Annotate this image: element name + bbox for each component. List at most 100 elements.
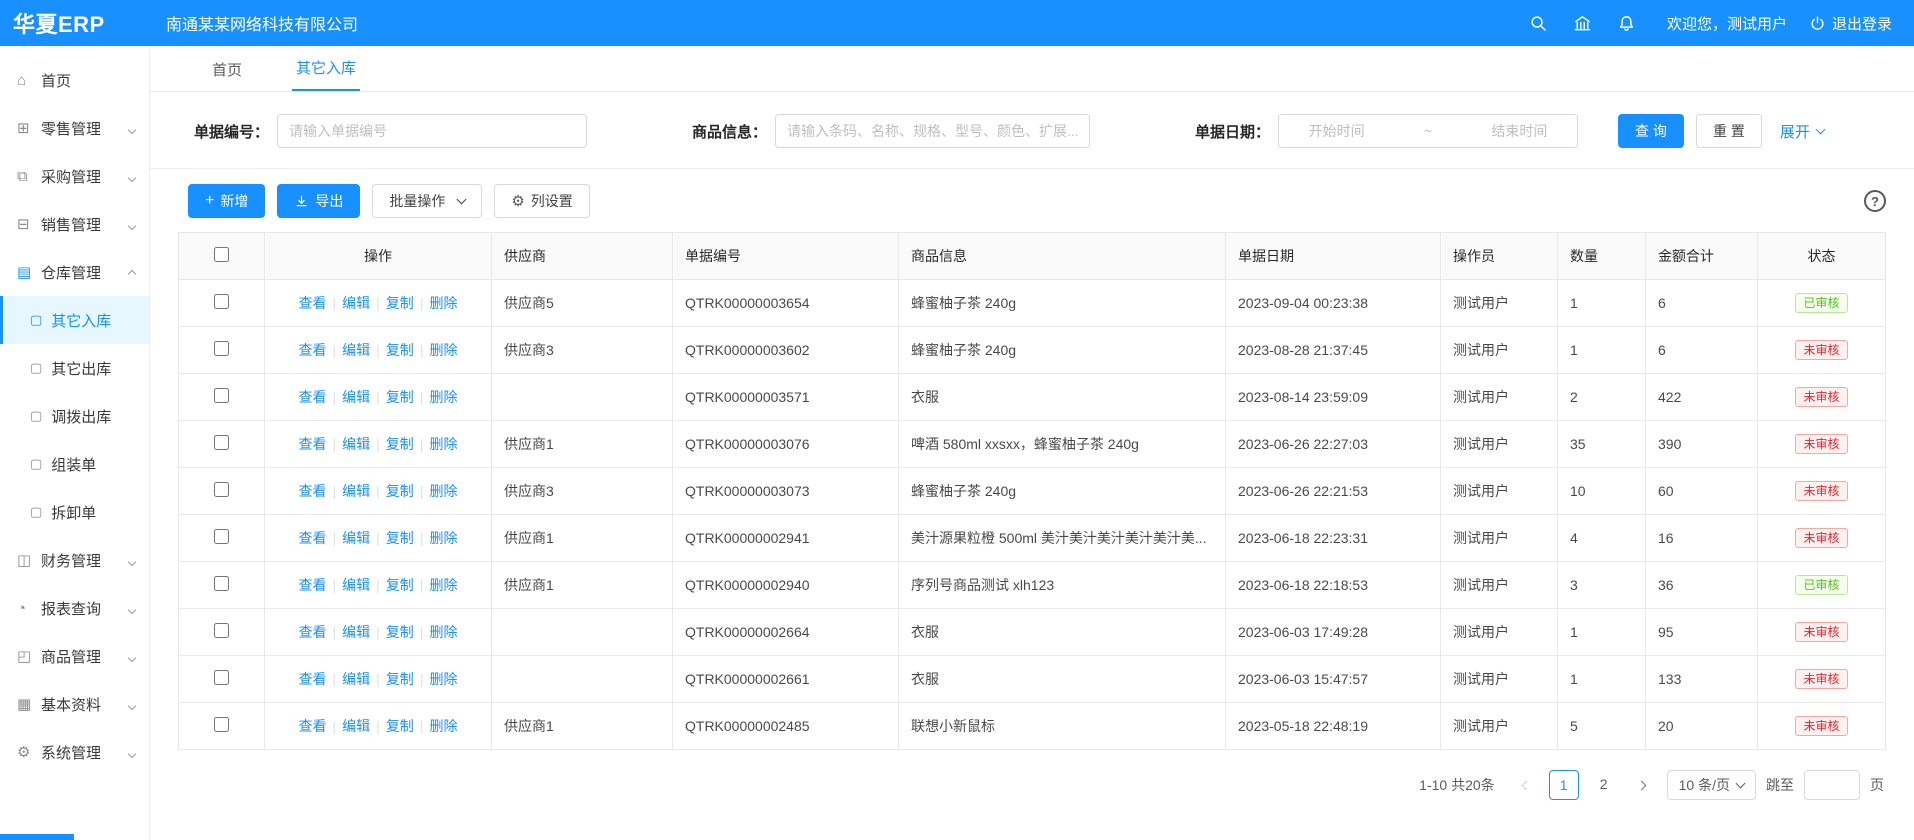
tab-home[interactable]: 首页 xyxy=(208,48,246,91)
search-button[interactable]: 查 询 xyxy=(1618,114,1684,148)
row-action-delete[interactable]: 删除 xyxy=(429,530,457,546)
next-page-button[interactable] xyxy=(1629,770,1657,800)
row-action-edit[interactable]: 编辑 xyxy=(342,577,370,593)
cell-supplier: 供应商1 xyxy=(492,421,673,468)
date-range-picker[interactable]: 开始时间 ~ 结束时间 xyxy=(1278,114,1578,148)
row-action-edit[interactable]: 编辑 xyxy=(342,436,370,452)
sidebar-item-warehouse[interactable]: ▤仓库管理 xyxy=(0,248,149,296)
bank-icon[interactable] xyxy=(1573,13,1593,33)
row-action-copy[interactable]: 复制 xyxy=(386,671,414,687)
row-action-delete[interactable]: 删除 xyxy=(429,624,457,640)
row-checkbox[interactable] xyxy=(214,717,229,732)
header-amount: 金额合计 xyxy=(1646,233,1758,280)
row-checkbox[interactable] xyxy=(214,294,229,309)
row-action-edit[interactable]: 编辑 xyxy=(342,389,370,405)
row-action-view[interactable]: 查看 xyxy=(299,671,327,687)
row-action-delete[interactable]: 删除 xyxy=(429,671,457,687)
row-action-delete[interactable]: 删除 xyxy=(429,718,457,734)
reset-button[interactable]: 重 置 xyxy=(1696,114,1762,148)
row-action-delete[interactable]: 删除 xyxy=(429,295,457,311)
sidebar-item-report[interactable]: ◔报表查询 xyxy=(0,584,149,632)
row-action-view[interactable]: 查看 xyxy=(299,342,327,358)
row-action-view[interactable]: 查看 xyxy=(299,577,327,593)
column-settings-button[interactable]: ⚙ 列设置 xyxy=(494,184,589,218)
sidebar-subitem[interactable]: ▢调拨出库 xyxy=(0,392,149,440)
row-checkbox[interactable] xyxy=(214,388,229,403)
row-action-edit[interactable]: 编辑 xyxy=(342,342,370,358)
row-action-copy[interactable]: 复制 xyxy=(386,530,414,546)
row-checkbox[interactable] xyxy=(214,482,229,497)
row-action-view[interactable]: 查看 xyxy=(299,624,327,640)
sidebar-item-home[interactable]: ⌂首页 xyxy=(0,56,149,104)
cell-date: 2023-06-18 22:23:31 xyxy=(1226,515,1441,562)
row-action-delete[interactable]: 删除 xyxy=(429,577,457,593)
select-all-checkbox[interactable] xyxy=(214,247,229,262)
tab-bar: 首页 其它入库 xyxy=(150,46,1914,92)
row-action-copy[interactable]: 复制 xyxy=(386,718,414,734)
row-checkbox[interactable] xyxy=(214,435,229,450)
sidebar-subitem[interactable]: ▢拆卸单 xyxy=(0,488,149,536)
expand-link[interactable]: 展开 xyxy=(1780,121,1824,142)
sidebar-item-retail[interactable]: ⊞零售管理 xyxy=(0,104,149,152)
table-row: 查看|编辑|复制|删除供应商3QTRK00000003602蜂蜜柚子茶 240g… xyxy=(179,327,1886,374)
cell-qty: 1 xyxy=(1558,609,1646,656)
row-action-copy[interactable]: 复制 xyxy=(386,342,414,358)
row-checkbox[interactable] xyxy=(214,623,229,638)
sidebar-subitem[interactable]: ▢其它入库 xyxy=(0,296,149,344)
sidebar-item-finance[interactable]: ◫财务管理 xyxy=(0,536,149,584)
row-action-view[interactable]: 查看 xyxy=(299,718,327,734)
row-action-delete[interactable]: 删除 xyxy=(429,483,457,499)
row-checkbox[interactable] xyxy=(214,576,229,591)
row-action-edit[interactable]: 编辑 xyxy=(342,295,370,311)
row-checkbox[interactable] xyxy=(214,341,229,356)
row-action-delete[interactable]: 删除 xyxy=(429,342,457,358)
sidebar-item-sales[interactable]: ⊟销售管理 xyxy=(0,200,149,248)
row-checkbox[interactable] xyxy=(214,529,229,544)
status-badge: 未审核 xyxy=(1795,434,1847,454)
row-action-copy[interactable]: 复制 xyxy=(386,436,414,452)
top-header: 华夏ERP 南通某某网络科技有限公司 欢迎您，测试用户 退出登录 xyxy=(0,0,1914,46)
row-action-view[interactable]: 查看 xyxy=(299,295,327,311)
chevron-down-icon xyxy=(122,600,135,617)
row-checkbox[interactable] xyxy=(214,670,229,685)
chevron-down-icon xyxy=(1815,125,1825,135)
row-action-delete[interactable]: 删除 xyxy=(429,436,457,452)
row-action-edit[interactable]: 编辑 xyxy=(342,624,370,640)
row-action-view[interactable]: 查看 xyxy=(299,530,327,546)
row-action-copy[interactable]: 复制 xyxy=(386,389,414,405)
sidebar-item-purchase[interactable]: ⧉采购管理 xyxy=(0,152,149,200)
sidebar-item-basic[interactable]: ▦基本资料 xyxy=(0,680,149,728)
page-size-select[interactable]: 10 条/页 xyxy=(1667,770,1756,800)
batch-operations-button[interactable]: 批量操作 xyxy=(372,184,482,218)
row-action-copy[interactable]: 复制 xyxy=(386,577,414,593)
jump-input[interactable] xyxy=(1804,770,1860,800)
export-button[interactable]: 导出 xyxy=(277,184,360,218)
row-action-edit[interactable]: 编辑 xyxy=(342,483,370,499)
row-action-edit[interactable]: 编辑 xyxy=(342,718,370,734)
row-action-copy[interactable]: 复制 xyxy=(386,483,414,499)
tab-other-inbound[interactable]: 其它入库 xyxy=(292,46,360,91)
sidebar-subitem[interactable]: ▢组装单 xyxy=(0,440,149,488)
add-button[interactable]: + 新增 xyxy=(188,184,265,218)
page-button-1[interactable]: 1 xyxy=(1549,770,1579,800)
help-icon[interactable]: ? xyxy=(1864,190,1886,212)
row-action-view[interactable]: 查看 xyxy=(299,389,327,405)
bill-no-input[interactable] xyxy=(277,114,587,148)
row-action-copy[interactable]: 复制 xyxy=(386,295,414,311)
prev-page-button[interactable] xyxy=(1511,770,1539,800)
product-info-input[interactable] xyxy=(775,114,1090,148)
sidebar-item-system[interactable]: ⚙系统管理 xyxy=(0,728,149,776)
bell-icon[interactable] xyxy=(1617,13,1637,33)
row-action-copy[interactable]: 复制 xyxy=(386,624,414,640)
row-action-view[interactable]: 查看 xyxy=(299,436,327,452)
sidebar-subitem[interactable]: ▢其它出库 xyxy=(0,344,149,392)
row-action-edit[interactable]: 编辑 xyxy=(342,530,370,546)
row-action-edit[interactable]: 编辑 xyxy=(342,671,370,687)
page-button-2[interactable]: 2 xyxy=(1589,770,1619,800)
logout-button[interactable]: 退出登录 xyxy=(1809,13,1892,34)
row-action-delete[interactable]: 删除 xyxy=(429,389,457,405)
sidebar-item-product[interactable]: ◰商品管理 xyxy=(0,632,149,680)
search-icon[interactable] xyxy=(1529,13,1549,33)
row-action-view[interactable]: 查看 xyxy=(299,483,327,499)
cell-supplier: 供应商3 xyxy=(492,468,673,515)
